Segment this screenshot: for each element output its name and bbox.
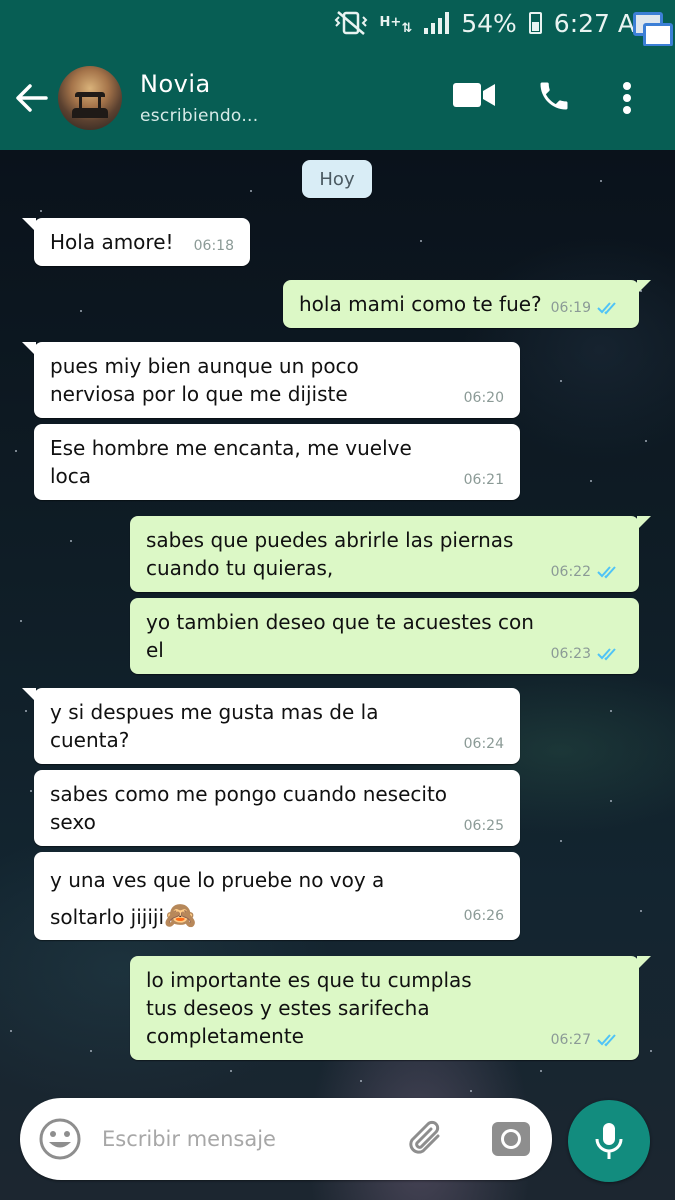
voice-call-button[interactable] <box>536 78 572 114</box>
message-text: y si despues me gusta mas de la cuenta? <box>50 700 379 752</box>
overflow-menu-button[interactable] <box>612 78 642 118</box>
see-no-evil-monkey-emoji: 🙈 <box>164 901 197 931</box>
message-time: 06:22 <box>550 564 591 580</box>
message-time: 06:27 <box>550 1032 591 1048</box>
outgoing-message[interactable]: hola mami como te fue? 06:19 <box>283 280 651 328</box>
video-call-button[interactable] <box>452 80 496 110</box>
double-check-icon <box>597 566 616 579</box>
attach-button[interactable] <box>404 1116 450 1162</box>
message-composer <box>20 1098 552 1180</box>
camera-icon <box>492 1122 530 1156</box>
status-bar: H+ ⇅ 54% 6:27 A <box>0 0 675 47</box>
paperclip-icon <box>409 1120 440 1154</box>
contact-status: escribiendo... <box>140 106 259 126</box>
message-input[interactable] <box>102 1118 392 1160</box>
battery-icon <box>528 12 542 34</box>
incoming-message[interactable]: pues miy bien aunque un poco nerviosa po… <box>22 342 520 418</box>
message-text: pues miy bien aunque un poco nerviosa po… <box>50 354 359 406</box>
battery-percent: 54% <box>461 8 517 38</box>
back-button[interactable] <box>14 80 50 116</box>
vibrate-mute-icon <box>334 10 368 36</box>
date-divider: Hoy <box>302 160 372 198</box>
contact-name[interactable]: Novia <box>140 70 211 98</box>
emoji-button[interactable] <box>38 1117 82 1161</box>
arrow-left-icon <box>16 84 48 112</box>
microphone-icon <box>595 1123 623 1159</box>
incoming-message[interactable]: y una ves que lo pruebe no voy a soltarl… <box>34 852 520 940</box>
message-time: 06:18 <box>193 238 234 254</box>
message-time: 06:19 <box>550 300 591 316</box>
contact-avatar[interactable] <box>58 66 122 130</box>
message-time: 06:20 <box>463 390 504 406</box>
chat-area[interactable]: Hoy Hola amore! 06:18 hola mami como te … <box>0 150 675 1200</box>
incoming-message[interactable]: Hola amore! 06:18 <box>22 218 250 266</box>
message-text: y una ves que lo pruebe no voy a soltarl… <box>50 868 385 931</box>
outgoing-message[interactable]: yo tambien deseo que te acuestes con el … <box>130 598 639 674</box>
outgoing-message[interactable]: sabes que puedes abrirle las piernas cua… <box>130 516 651 592</box>
video-camera-icon <box>453 83 495 107</box>
incoming-message[interactable]: Ese hombre me encanta, me vuelve loca 06… <box>34 424 520 500</box>
message-time: 06:25 <box>463 818 504 834</box>
clock: 6:27 A <box>553 8 635 38</box>
message-time: 06:24 <box>463 736 504 752</box>
signal-icon <box>424 12 450 34</box>
smiley-icon <box>39 1118 81 1160</box>
incoming-message[interactable]: sabes como me pongo cuando nesecito sexo… <box>34 770 520 846</box>
phone-icon <box>540 82 568 110</box>
double-check-icon <box>597 1034 616 1047</box>
camera-button[interactable] <box>490 1118 532 1160</box>
incoming-message[interactable]: y si despues me gusta mas de la cuenta? … <box>22 688 520 764</box>
voice-record-button[interactable] <box>568 1100 650 1182</box>
chat-header: Novia escribiendo... <box>0 46 675 150</box>
double-check-icon <box>597 302 616 315</box>
more-vertical-icon <box>623 82 631 114</box>
multi-window-icon[interactable] <box>633 12 673 50</box>
message-time: 06:26 <box>463 908 504 924</box>
network-type-indicator: H+ ⇅ <box>379 15 413 36</box>
double-check-icon <box>597 648 616 661</box>
message-text: Ese hombre me encanta, me vuelve loca <box>50 436 412 488</box>
outgoing-message[interactable]: lo importante es que tu cumplas tus dese… <box>130 956 651 1060</box>
message-time: 06:23 <box>550 646 591 662</box>
message-time: 06:21 <box>463 472 504 488</box>
message-text: sabes como me pongo cuando nesecito sexo <box>50 782 448 834</box>
